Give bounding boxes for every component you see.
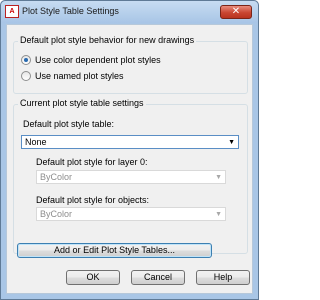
chevron-down-icon: ▼ <box>215 211 222 218</box>
radio-color-dependent-label: Use color dependent plot styles <box>35 55 161 65</box>
title-bar[interactable]: A Plot Style Table Settings ✕ <box>1 1 258 23</box>
layer0-value: ByColor <box>40 172 73 182</box>
dialog-body: Default plot style behavior for new draw… <box>6 24 253 294</box>
chevron-down-icon: ▼ <box>228 139 235 146</box>
radio-color-dependent[interactable]: Use color dependent plot styles <box>21 55 161 65</box>
dialog-title: Plot Style Table Settings <box>22 6 119 16</box>
radio-named[interactable]: Use named plot styles <box>21 71 124 81</box>
default-table-value: None <box>25 137 47 147</box>
settings-group-legend: Current plot style table settings <box>18 98 146 108</box>
chevron-down-icon: ▼ <box>215 174 222 181</box>
radio-button-checked[interactable] <box>21 55 31 65</box>
objects-label: Default plot style for objects: <box>36 195 150 205</box>
layer0-dropdown[interactable]: ByColor ▼ <box>36 170 226 184</box>
layer0-label: Default plot style for layer 0: <box>36 157 148 167</box>
ok-button[interactable]: OK <box>66 270 120 285</box>
help-button[interactable]: Help <box>196 270 250 285</box>
radio-button-unchecked[interactable] <box>21 71 31 81</box>
close-icon: ✕ <box>231 6 241 17</box>
autocad-app-icon: A <box>5 5 19 18</box>
dialog-window: A Plot Style Table Settings ✕ Default pl… <box>0 0 259 300</box>
default-table-label: Default plot style table: <box>23 119 115 129</box>
close-button[interactable]: ✕ <box>220 5 252 19</box>
radio-named-label: Use named plot styles <box>35 71 124 81</box>
behavior-groupbox <box>13 41 248 94</box>
objects-value: ByColor <box>40 209 73 219</box>
default-table-dropdown[interactable]: None ▼ <box>21 135 239 149</box>
cancel-button[interactable]: Cancel <box>131 270 185 285</box>
behavior-group-legend: Default plot style behavior for new draw… <box>18 35 197 45</box>
objects-dropdown[interactable]: ByColor ▼ <box>36 207 226 221</box>
add-edit-plot-style-tables-button[interactable]: Add or Edit Plot Style Tables... <box>17 243 212 258</box>
